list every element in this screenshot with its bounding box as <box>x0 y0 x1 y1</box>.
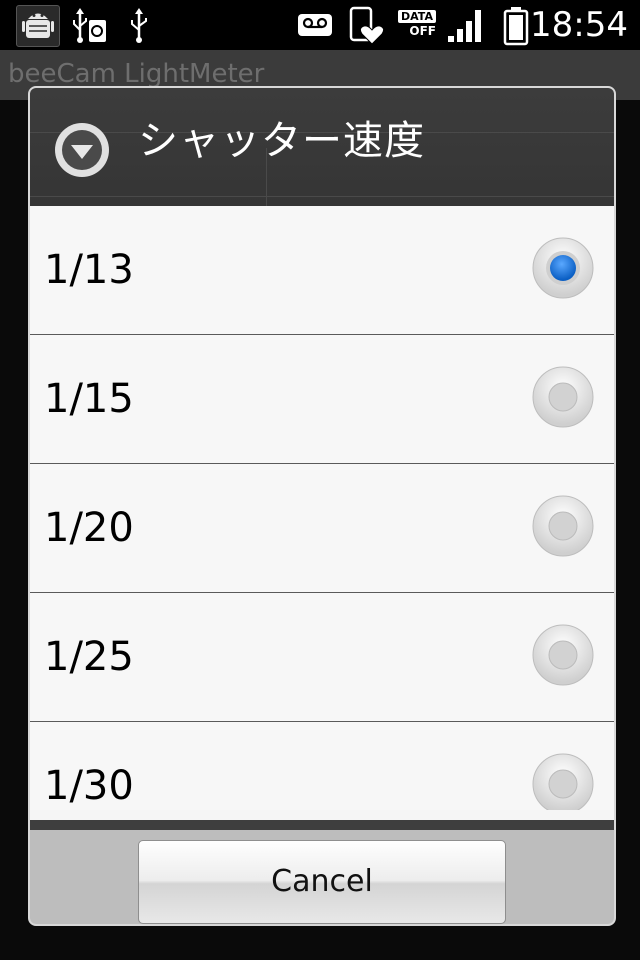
screen: DATA OFF 18:54 beeCam LightMeter シャッター速度… <box>0 0 640 960</box>
radio-unselected[interactable] <box>532 495 594 557</box>
data-off-icon: DATA OFF <box>398 10 436 42</box>
option-label: 1/30 <box>44 763 134 809</box>
option-label: 1/20 <box>44 505 134 551</box>
data-label: DATA <box>398 10 436 23</box>
list-item[interactable]: 1/25 <box>30 593 614 722</box>
radio-selected[interactable] <box>532 237 594 299</box>
radio-unselected[interactable] <box>532 624 594 686</box>
clock: 18:54 <box>530 5 628 45</box>
signal-icon <box>446 6 486 44</box>
phone-heart-icon <box>348 6 385 45</box>
option-label: 1/15 <box>44 376 134 422</box>
battery-icon <box>502 6 530 46</box>
option-label: 1/13 <box>44 247 134 293</box>
radio-unselected[interactable] <box>532 753 594 810</box>
usb-storage-icon <box>70 6 110 44</box>
list-item[interactable]: 1/15 <box>30 335 614 464</box>
option-list: 1/13 1/15 1/20 1/25 1/30 <box>30 206 614 810</box>
status-bar: DATA OFF 18:54 <box>0 0 640 50</box>
list-item[interactable]: 1/13 <box>30 206 614 335</box>
option-label: 1/25 <box>44 634 134 680</box>
dialog-title: シャッター速度 <box>138 118 425 164</box>
dialog-header: シャッター速度 <box>30 88 614 206</box>
cancel-button[interactable]: Cancel <box>138 840 506 924</box>
radio-unselected[interactable] <box>532 366 594 428</box>
dialog-button-area: Cancel <box>30 820 614 924</box>
android-debug-icon <box>16 5 60 47</box>
shutter-speed-dialog: シャッター速度 1/13 1/15 1/20 1/25 1/30 Cancel <box>28 86 616 926</box>
data-state: OFF <box>409 24 436 38</box>
list-item[interactable]: 1/20 <box>30 464 614 593</box>
usb-icon <box>126 6 152 44</box>
voicemail-icon <box>296 6 334 44</box>
list-item[interactable]: 1/30 <box>30 722 614 810</box>
chevron-down-circle-icon <box>52 120 112 180</box>
